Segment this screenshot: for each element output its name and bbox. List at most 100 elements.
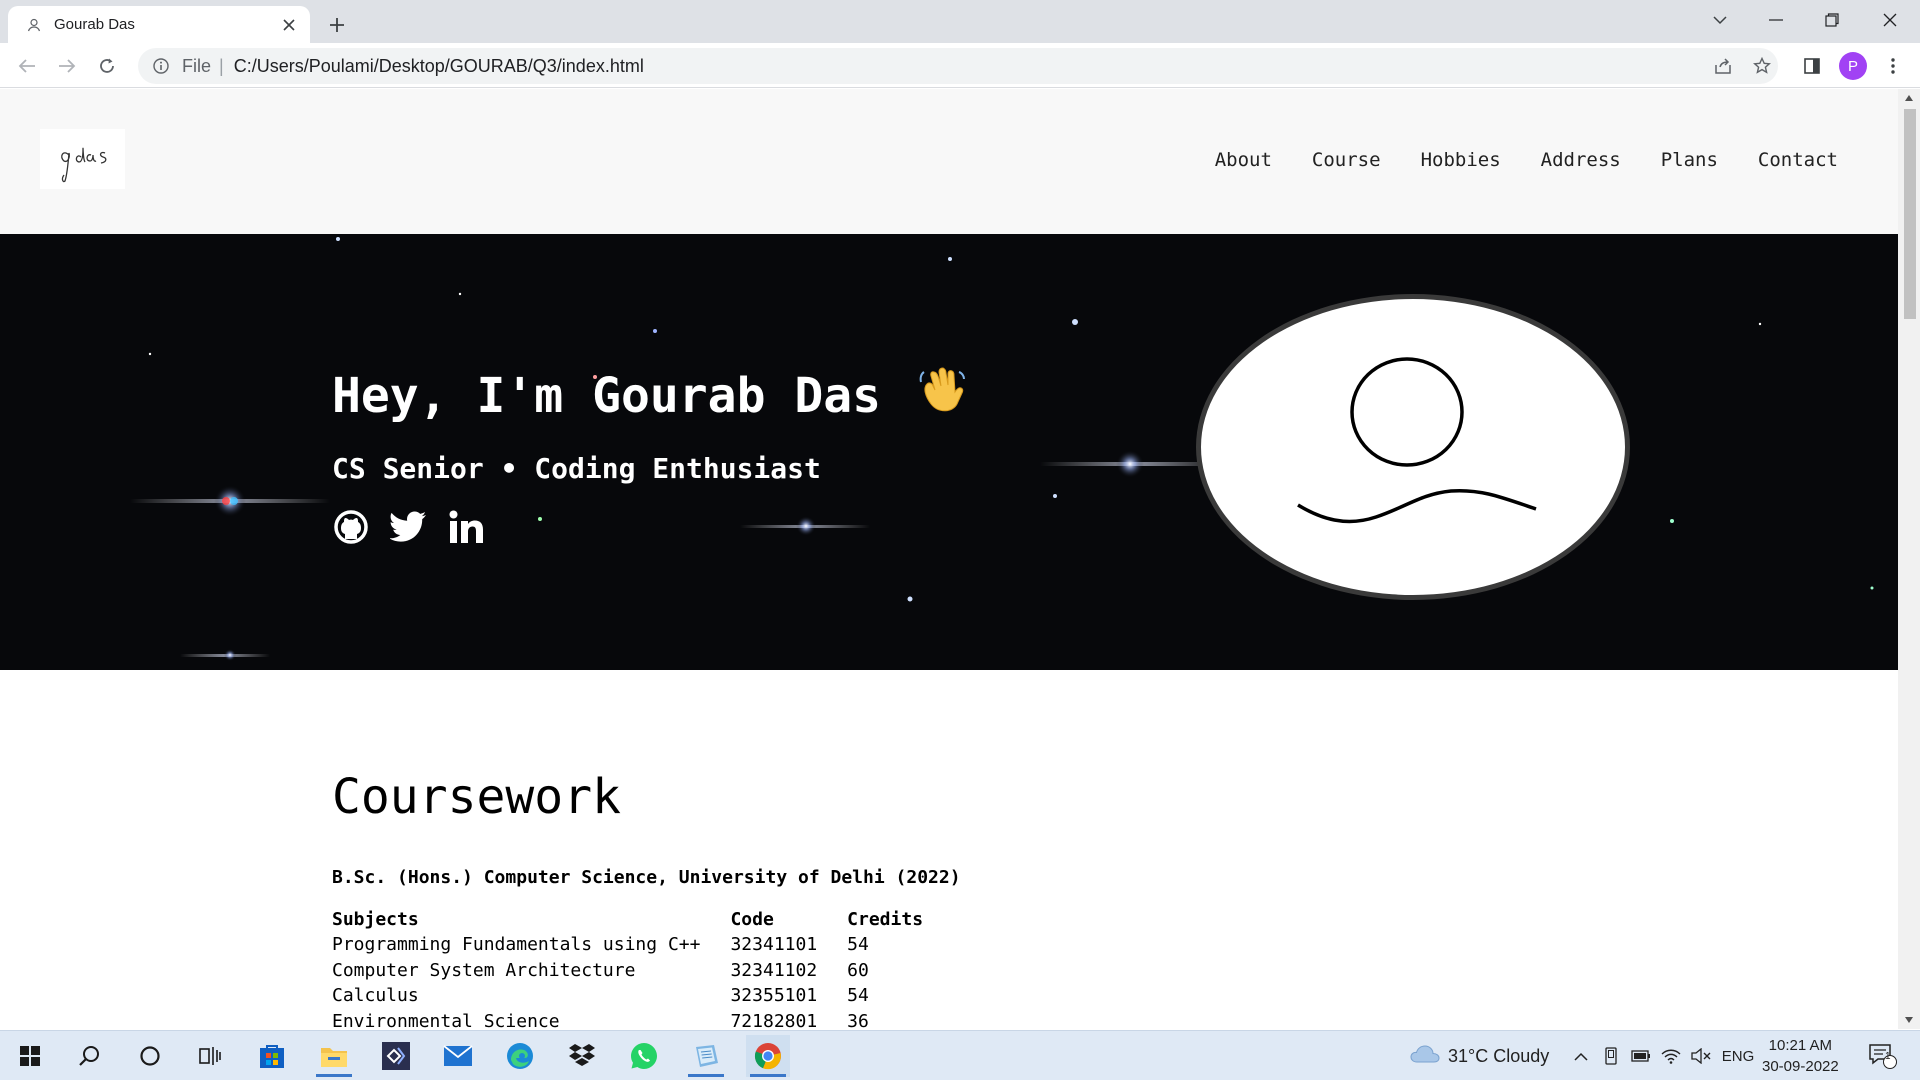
new-tab-button[interactable]: [320, 8, 354, 42]
avatar: [1196, 294, 1630, 600]
minimize-icon[interactable]: [1748, 0, 1804, 40]
clock-date: 30-09-2022: [1762, 1058, 1839, 1075]
dropbox-icon[interactable]: [560, 1035, 604, 1077]
close-window-icon[interactable]: [1862, 0, 1918, 40]
credits-cell: 54: [847, 934, 869, 955]
nav-link-about[interactable]: About: [1215, 149, 1272, 171]
code-cell: 32341101: [730, 934, 818, 955]
whatsapp-icon[interactable]: [622, 1035, 666, 1077]
chrome-icon[interactable]: [746, 1035, 790, 1077]
url-scheme: File: [182, 55, 212, 76]
scroll-thumb[interactable]: [1904, 109, 1916, 319]
notepad-icon[interactable]: [684, 1035, 728, 1077]
notifications-icon[interactable]: 1: [1866, 1041, 1900, 1071]
table-row: Programming Fundamentals using C++ 32341…: [332, 932, 953, 958]
page-viewport: About Course Hobbies Address Plans Conta…: [0, 89, 1898, 1029]
url-separator: |: [219, 55, 224, 76]
site-info-icon[interactable]: [152, 57, 170, 75]
battery-icon[interactable]: [1628, 1043, 1654, 1069]
search-icon[interactable]: [68, 1035, 112, 1077]
mail-icon[interactable]: [436, 1035, 480, 1077]
active-indicator: [750, 1074, 786, 1077]
reload-icon[interactable]: [90, 49, 124, 83]
scroll-up-icon[interactable]: [1902, 91, 1916, 105]
tab-strip: Gourab Das: [0, 0, 1920, 43]
site-logo[interactable]: [40, 129, 125, 189]
nav-link-hobbies[interactable]: Hobbies: [1421, 149, 1501, 171]
column-header-subjects: Subjects: [332, 909, 419, 930]
system-clock[interactable]: 10:21 AM 30-09-2022: [1762, 1035, 1839, 1077]
share-icon[interactable]: [1706, 49, 1740, 83]
hero-title: Hey, I'm Gourab Das: [332, 364, 969, 428]
wifi-icon[interactable]: [1658, 1043, 1684, 1069]
store-icon[interactable]: [250, 1035, 294, 1077]
column-header-credits: Credits: [847, 909, 924, 930]
linkedin-icon[interactable]: [448, 508, 486, 546]
task-view-icon[interactable]: [188, 1035, 232, 1077]
nav-link-contact[interactable]: Contact: [1758, 149, 1838, 171]
nav-link-course[interactable]: Course: [1312, 149, 1381, 171]
back-icon[interactable]: [10, 49, 44, 83]
visual-studio-icon[interactable]: [374, 1035, 418, 1077]
show-hidden-icons-icon[interactable]: [1568, 1043, 1594, 1069]
hero-section: Hey, I'm Gourab Das CS Senior • Coding E…: [0, 234, 1898, 670]
credits-cell: 36: [847, 1010, 869, 1030]
close-tab-icon[interactable]: [276, 12, 302, 38]
weather-text: 31°C Cloudy: [1448, 1046, 1550, 1066]
twitter-icon[interactable]: [390, 508, 428, 546]
page-scrollbar[interactable]: [1898, 89, 1920, 1029]
edge-icon[interactable]: [498, 1035, 542, 1077]
signature-logo-icon: [60, 147, 106, 183]
address-bar[interactable]: File | C:/Users/Poulami/Desktop/GOURAB/Q…: [138, 48, 1778, 84]
subjects-table: Subjects Code Credits Programming Fundam…: [332, 908, 953, 1029]
hero-subtitle: CS Senior • Coding Enthusiast: [332, 452, 821, 485]
active-indicator: [316, 1074, 352, 1077]
site-nav: About Course Hobbies Address Plans Conta…: [1215, 149, 1838, 171]
subject-cell: Environmental Science: [332, 1010, 560, 1030]
table-header-row: Subjects Code Credits: [332, 908, 953, 932]
subject-cell: Programming Fundamentals using C++: [332, 934, 701, 955]
github-icon[interactable]: [332, 508, 370, 546]
credits-cell: 54: [847, 985, 869, 1006]
coursework-section: Coursework B.Sc. (Hons.) Computer Scienc…: [332, 769, 961, 1029]
forward-icon[interactable]: [50, 49, 84, 83]
subject-cell: Calculus: [332, 985, 419, 1006]
wave-icon: [917, 364, 969, 428]
url-text[interactable]: C:/Users/Poulami/Desktop/GOURAB/Q3/index…: [234, 56, 644, 77]
weather-widget[interactable]: 31°C Cloudy: [1410, 1045, 1549, 1068]
site-header: About Course Hobbies Address Plans Conta…: [0, 89, 1898, 234]
nav-link-address[interactable]: Address: [1541, 149, 1621, 171]
table-row: Calculus 32355101 54: [332, 983, 953, 1009]
file-explorer-icon[interactable]: [312, 1035, 356, 1077]
table-row: Computer System Architecture 32341102 60: [332, 958, 953, 984]
hero-name-text: Hey, I'm Gourab Das: [332, 368, 882, 424]
browser-toolbar: File | C:/Users/Poulami/Desktop/GOURAB/Q…: [0, 43, 1920, 88]
tab-search-icon[interactable]: [1692, 0, 1748, 40]
social-links: [332, 508, 486, 546]
coursework-heading: Coursework: [332, 769, 621, 825]
credits-cell: 60: [847, 959, 869, 981]
table-row: Environmental Science 72182801 36: [332, 1009, 953, 1030]
browser-menu-icon[interactable]: [1876, 49, 1910, 83]
side-panel-icon[interactable]: [1795, 49, 1829, 83]
volume-muted-icon[interactable]: [1688, 1043, 1714, 1069]
column-header-code: Code: [730, 909, 774, 930]
subject-cell: Computer System Architecture: [332, 959, 636, 981]
device-icon[interactable]: [1598, 1043, 1624, 1069]
browser-tab[interactable]: Gourab Das: [8, 6, 310, 43]
start-icon[interactable]: [8, 1035, 52, 1077]
restore-icon[interactable]: [1804, 0, 1860, 40]
bookmark-star-icon[interactable]: [1745, 49, 1779, 83]
degree-title: B.Sc. (Hons.) Computer Science, Universi…: [332, 867, 961, 888]
cloud-icon: [1410, 1045, 1440, 1068]
windows-taskbar: 31°C Cloudy ENG 10:21 AM 30-09-2022 1: [0, 1030, 1920, 1080]
scroll-down-icon[interactable]: [1902, 1013, 1916, 1027]
notification-count: 1: [1885, 1051, 1891, 1062]
code-cell: 72182801: [730, 1010, 818, 1030]
nav-link-plans[interactable]: Plans: [1661, 149, 1718, 171]
language-indicator[interactable]: ENG: [1720, 1043, 1756, 1069]
profile-avatar[interactable]: P: [1839, 52, 1867, 80]
tab-title: Gourab Das: [54, 16, 135, 33]
active-indicator: [688, 1074, 724, 1077]
cortana-icon[interactable]: [128, 1035, 172, 1077]
